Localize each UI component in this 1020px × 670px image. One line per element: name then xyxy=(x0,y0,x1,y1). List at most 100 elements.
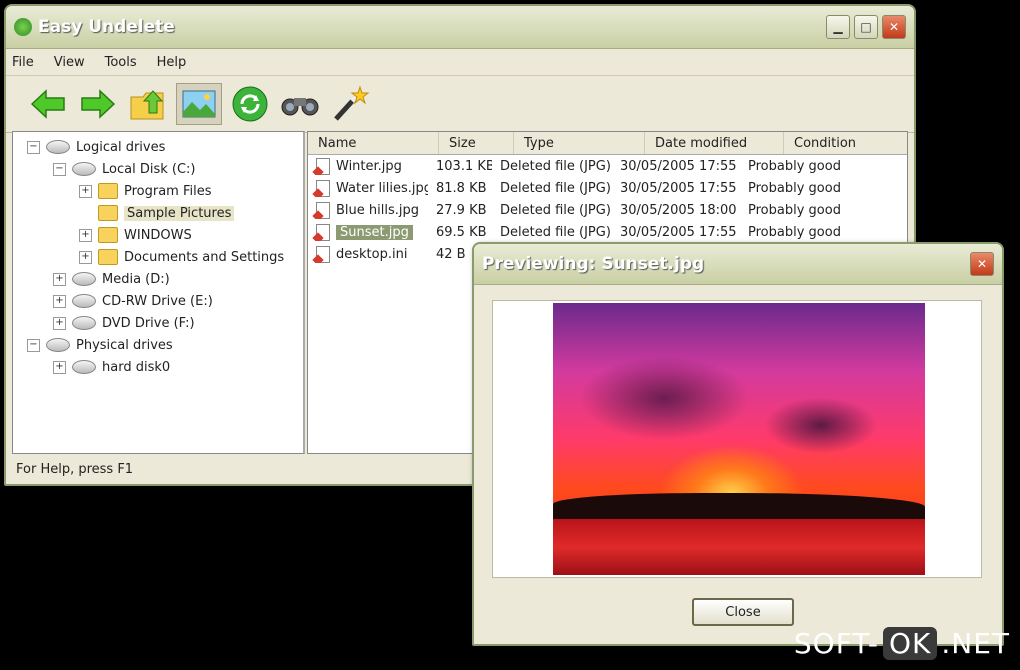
drive-icon xyxy=(72,316,96,330)
search-button[interactable] xyxy=(278,84,322,124)
cell-date: 30/05/2005 17:55 xyxy=(620,158,737,174)
tree-item-label: CD-RW Drive (E:) xyxy=(102,293,213,309)
file-name: desktop.ini xyxy=(336,246,408,262)
cell-size: 103.1 KB xyxy=(436,158,492,174)
cell-date: 30/05/2005 17:55 xyxy=(620,224,737,240)
menu-view[interactable]: View xyxy=(54,55,85,70)
cell-type: Deleted file (JPG) xyxy=(500,202,611,218)
cell-date: 30/05/2005 17:55 xyxy=(620,180,737,196)
collapse-icon[interactable]: − xyxy=(27,338,40,352)
cell-type: Deleted file (JPG) xyxy=(500,158,611,174)
cell-name: Sunset.jpg xyxy=(308,223,428,241)
preview-close-button[interactable]: Close xyxy=(692,598,794,626)
tree-item[interactable]: +Sample Pictures xyxy=(13,202,303,224)
table-row[interactable]: Water lilies.jpg 81.8 KB Deleted file (JPG… xyxy=(308,177,907,199)
tree-item[interactable]: + CD-RW Drive (E:) xyxy=(13,290,303,312)
drive-icon xyxy=(72,162,96,176)
cell-size: 69.5 KB xyxy=(436,224,487,240)
menu-help[interactable]: Help xyxy=(157,55,187,70)
column-condition[interactable]: Condition xyxy=(784,132,904,154)
file-name: Winter.jpg xyxy=(336,158,402,174)
menu-file[interactable]: File xyxy=(12,55,34,70)
expand-icon[interactable]: + xyxy=(79,228,92,242)
expand-icon[interactable]: + xyxy=(53,294,66,308)
tree-item-label: Media (D:) xyxy=(102,271,170,287)
cell-type: Deleted file (JPG) xyxy=(500,180,611,196)
deleted-file-icon xyxy=(316,201,330,219)
back-button[interactable] xyxy=(26,84,70,124)
watermark-part3: .NET xyxy=(941,627,1010,660)
expand-icon[interactable]: + xyxy=(53,272,66,286)
folder-icon xyxy=(98,249,118,265)
file-name: Water lilies.jpg xyxy=(336,180,428,196)
tree-item-label: WINDOWS xyxy=(124,227,192,243)
tree-item[interactable]: − Physical drives xyxy=(13,334,303,356)
tree-item[interactable]: − Logical drives xyxy=(13,136,303,158)
tree-item[interactable]: + hard disk0 xyxy=(13,356,303,378)
collapse-icon[interactable]: − xyxy=(27,140,40,154)
cell-name: Winter.jpg xyxy=(308,157,428,175)
tree-item[interactable]: + DVD Drive (F:) xyxy=(13,312,303,334)
table-row[interactable]: Winter.jpg 103.1 KB Deleted file (JPG) 30/0… xyxy=(308,155,907,177)
expand-icon[interactable]: + xyxy=(79,184,92,198)
back-icon xyxy=(30,89,65,119)
main-titlebar[interactable]: Easy Undelete ▁ □ ✕ xyxy=(6,6,914,49)
table-row[interactable]: Sunset.jpg 69.5 KB Deleted file (JPG) 30/05… xyxy=(308,221,907,243)
window-title: Easy Undelete xyxy=(38,17,175,37)
expand-icon[interactable]: + xyxy=(53,316,66,330)
cell-condition: Probably good xyxy=(748,202,841,218)
tree-item-label: Physical drives xyxy=(76,337,173,353)
binoculars-icon xyxy=(281,98,319,116)
preview-titlebar[interactable]: Previewing: Sunset.jpg ✕ xyxy=(474,244,1002,285)
menu-tools[interactable]: Tools xyxy=(105,55,137,70)
folder-icon xyxy=(98,227,118,243)
drive-icon xyxy=(72,360,96,374)
cell-name: Water lilies.jpg xyxy=(308,179,428,197)
wizard-button[interactable] xyxy=(328,84,372,124)
deleted-file-icon xyxy=(316,245,330,263)
cell-condition: Probably good xyxy=(748,180,841,196)
sunset-image xyxy=(553,303,925,575)
cell-condition: Probably good xyxy=(748,158,841,174)
column-date-modified[interactable]: Date modified xyxy=(645,132,784,154)
preview-window: Previewing: Sunset.jpg ✕ Close xyxy=(472,242,1004,646)
watermark-part1: SOFT- xyxy=(793,627,879,660)
forward-button[interactable] xyxy=(76,84,120,124)
preview-area xyxy=(492,300,982,578)
image-hills xyxy=(553,493,925,521)
tree-item[interactable]: + WINDOWS xyxy=(13,224,303,246)
expand-icon[interactable]: + xyxy=(53,360,66,374)
preview-button[interactable] xyxy=(176,83,222,125)
deleted-folder-icon xyxy=(98,205,118,221)
folder-tree[interactable]: − Logical drives − Local Disk (C:) + Program … xyxy=(12,131,305,454)
column-size[interactable]: Size xyxy=(439,132,514,154)
cell-condition: Probably good xyxy=(748,224,841,240)
file-name: Sunset.jpg xyxy=(336,224,413,240)
tree-item[interactable]: + Media (D:) xyxy=(13,268,303,290)
close-window-button[interactable]: ✕ xyxy=(882,15,906,39)
collapse-icon[interactable]: − xyxy=(53,162,66,176)
cell-date: 30/05/2005 18:00 xyxy=(620,202,737,218)
app-icon xyxy=(14,18,32,36)
table-row[interactable]: Blue hills.jpg 27.9 KB Deleted file (JPG) 3… xyxy=(308,199,907,221)
drive-icon xyxy=(46,140,70,154)
image-preview-icon xyxy=(182,90,216,118)
deleted-file-icon xyxy=(316,157,330,175)
column-name[interactable]: Name xyxy=(308,132,439,154)
preview-close-x-button[interactable]: ✕ xyxy=(970,252,994,276)
cell-type: Deleted file (JPG) xyxy=(500,224,611,240)
tree-item[interactable]: − Local Disk (C:) xyxy=(13,158,303,180)
column-type[interactable]: Type xyxy=(514,132,645,154)
tree-item[interactable]: + Program Files xyxy=(13,180,303,202)
minimize-button[interactable]: ▁ xyxy=(826,15,850,39)
expand-icon[interactable]: + xyxy=(79,250,92,264)
folder-icon xyxy=(98,183,118,199)
preview-title: Previewing: Sunset.jpg xyxy=(482,254,705,274)
tree-item-label: Local Disk (C:) xyxy=(102,161,196,177)
folder-up-button[interactable] xyxy=(126,84,170,124)
maximize-button[interactable]: □ xyxy=(854,15,878,39)
tree-item-label: hard disk0 xyxy=(102,359,171,375)
recover-button[interactable] xyxy=(228,84,272,124)
file-name: Blue hills.jpg xyxy=(336,202,419,218)
tree-item[interactable]: + Documents and Settings xyxy=(13,246,303,268)
